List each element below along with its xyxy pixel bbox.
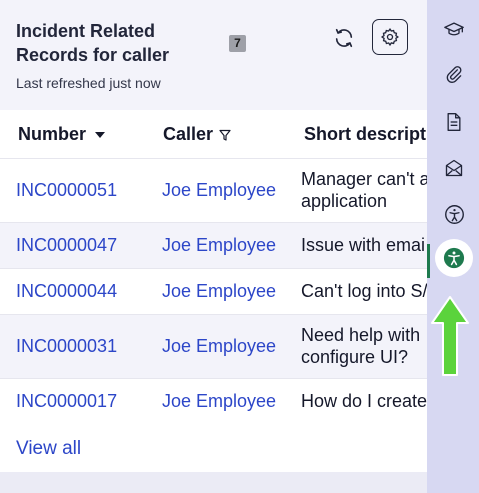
incident-number-link[interactable]: INC0000047 — [16, 235, 117, 256]
column-header-number[interactable]: Number — [18, 124, 106, 145]
document-icon — [447, 113, 461, 131]
short-description: Issue with emai — [301, 235, 426, 255]
panel-title: Incident Related Records for caller — [16, 21, 170, 65]
short-description: How do I create — [301, 391, 427, 411]
record-count-badge: 7 — [229, 35, 246, 52]
last-refreshed-text: Last refreshed just now — [16, 75, 161, 91]
settings-button[interactable] — [372, 19, 408, 55]
refresh-button[interactable] — [330, 24, 358, 52]
caller-link[interactable]: Joe Employee — [162, 281, 276, 302]
table-row: INC0000031 Joe Employee Need help with c… — [0, 314, 427, 379]
incident-number-link[interactable]: INC0000044 — [16, 281, 117, 302]
caller-link[interactable]: Joe Employee — [162, 336, 276, 357]
paperclip-icon — [446, 66, 462, 83]
incident-number-link[interactable]: INC0000017 — [16, 391, 117, 412]
gear-icon — [380, 27, 399, 47]
accessibility-active-icon — [443, 247, 465, 269]
column-header-caller[interactable]: Caller — [163, 124, 231, 145]
refresh-icon — [335, 28, 353, 48]
short-description: Manager can't a application — [301, 169, 427, 211]
short-description: Need help with configure UI? — [301, 325, 421, 367]
panel-header: Incident Related Records for caller 7 La… — [0, 0, 427, 110]
column-header-short-description[interactable]: Short descriptio — [304, 124, 427, 145]
rail-item-learning[interactable] — [443, 18, 465, 40]
table-header: Number Caller Short descriptio — [0, 110, 427, 158]
annotation-arrow-icon — [431, 296, 469, 376]
rail-item-accessibility[interactable] — [443, 203, 465, 225]
short-description: Can't log into S/ — [301, 281, 427, 301]
graduation-cap-icon — [444, 22, 464, 36]
sort-down-icon — [95, 131, 106, 138]
table-row: INC0000017 Joe Employee How do I create — [0, 378, 427, 425]
caller-link[interactable]: Joe Employee — [162, 235, 276, 256]
accessibility-icon — [444, 204, 464, 224]
caller-link[interactable]: Joe Employee — [162, 391, 276, 412]
filter-icon — [219, 129, 231, 141]
rail-item-email[interactable] — [443, 157, 465, 179]
rail-item-attachments[interactable] — [443, 63, 465, 85]
incident-number-link[interactable]: INC0000051 — [16, 180, 117, 201]
table-row: INC0000051 Joe Employee Manager can't a … — [0, 158, 427, 223]
table-row: INC0000047 Joe Employee Issue with emai — [0, 222, 427, 269]
table-row: INC0000044 Joe Employee Can't log into S… — [0, 268, 427, 315]
records-table: Number Caller Short descriptio INC000005… — [0, 110, 427, 472]
envelope-icon — [445, 159, 463, 177]
related-records-panel: Incident Related Records for caller 7 La… — [0, 0, 427, 493]
active-indicator — [427, 244, 430, 278]
rail-item-accessibility-active[interactable] — [435, 239, 473, 277]
incident-number-link[interactable]: INC0000031 — [16, 336, 117, 357]
caller-link[interactable]: Joe Employee — [162, 180, 276, 201]
rail-item-documents[interactable] — [443, 111, 465, 133]
view-all-link[interactable]: View all — [16, 438, 81, 460]
